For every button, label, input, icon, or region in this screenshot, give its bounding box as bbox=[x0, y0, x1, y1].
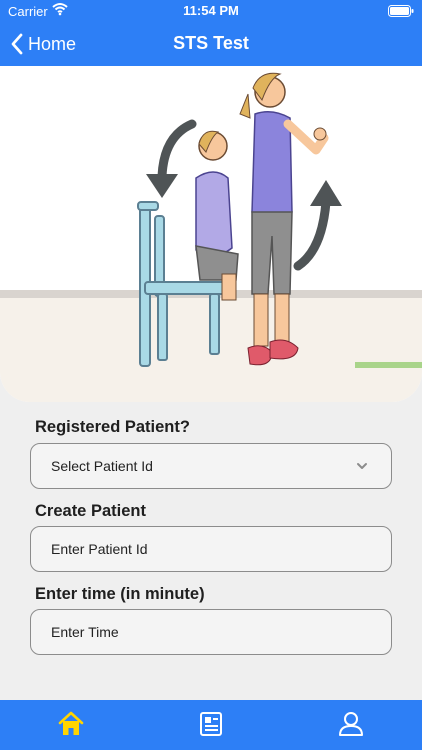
sit-to-stand-illustration bbox=[0, 66, 422, 402]
user-icon[interactable] bbox=[337, 710, 365, 738]
patient-id-select[interactable]: Select Patient Id bbox=[30, 443, 392, 489]
time-input[interactable]: Enter Time bbox=[30, 609, 392, 655]
navigation-bar: Home STS Test bbox=[0, 22, 422, 66]
status-time: 11:54 PM bbox=[183, 3, 239, 18]
patient-id-input[interactable]: Enter Patient Id bbox=[30, 526, 392, 572]
battery-icon bbox=[388, 5, 414, 17]
status-bar: Carrier 11:54 PM bbox=[0, 0, 422, 22]
tab-bar bbox=[0, 700, 422, 750]
create-patient-label: Create Patient bbox=[35, 502, 146, 520]
document-icon[interactable] bbox=[197, 710, 225, 738]
time-label: Enter time (in minute) bbox=[35, 585, 205, 603]
patient-id-select-value: Select Patient Id bbox=[51, 458, 153, 474]
home-icon[interactable] bbox=[57, 710, 85, 738]
chevron-down-icon bbox=[357, 463, 367, 469]
registered-patient-label: Registered Patient? bbox=[35, 418, 190, 436]
page-title: STS Test bbox=[173, 33, 249, 53]
patient-id-placeholder: Enter Patient Id bbox=[51, 541, 148, 557]
time-placeholder: Enter Time bbox=[51, 624, 119, 640]
